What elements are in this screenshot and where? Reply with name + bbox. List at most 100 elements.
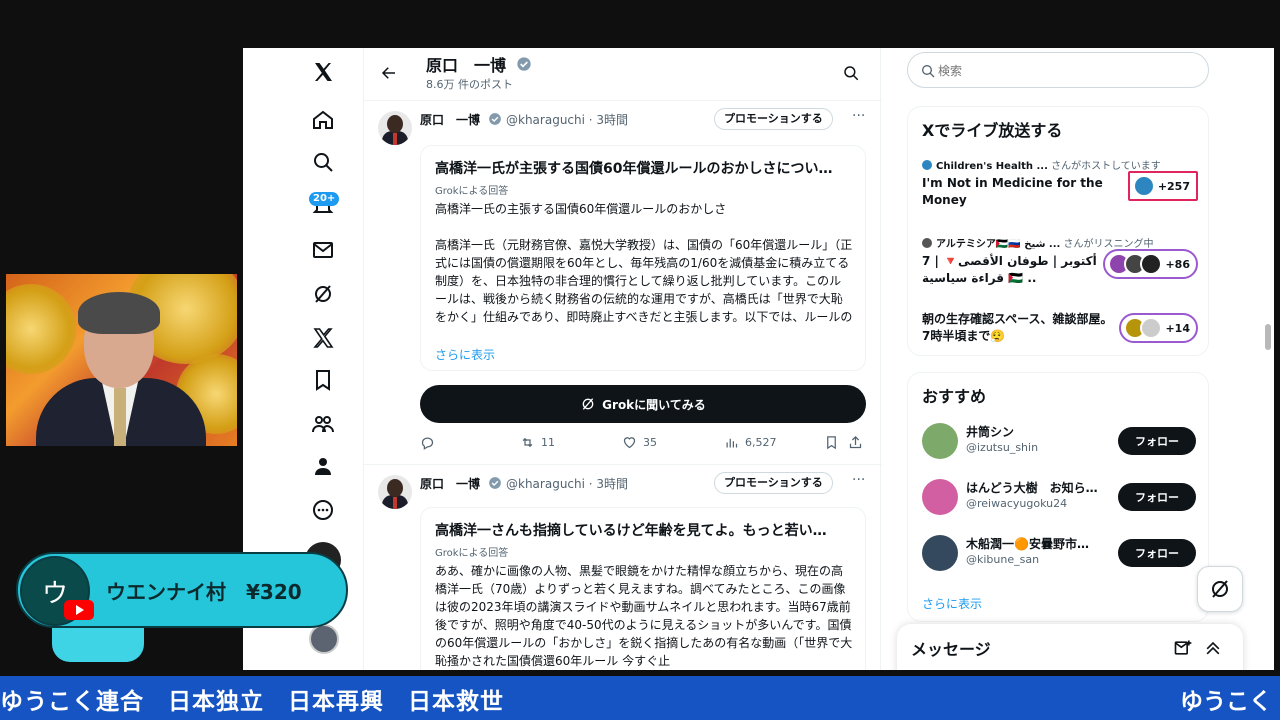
grok-icon[interactable]: [305, 276, 341, 312]
recommend-item[interactable]: 井筒シン @izutsu_shin フォロー: [922, 421, 1198, 461]
views-icon: [726, 438, 738, 448]
webcam-feed: [6, 274, 237, 446]
live-space-title: 朝の生存確認スペース、雑談部屋。7時半頃まで😮‍💨: [922, 312, 1113, 343]
bookmark-icon[interactable]: [305, 362, 341, 398]
ticker-text: ゆうこく連合 日本独立 日本再興 日本救世: [0, 689, 504, 715]
reply-button[interactable]: [420, 435, 441, 450]
recommend-item[interactable]: はんどう大樹 お知ら… @reiwacyugoku24 フォロー: [922, 477, 1198, 517]
scrollbar-thumb[interactable]: [1265, 324, 1271, 350]
mail-icon[interactable]: [305, 232, 341, 268]
follow-button[interactable]: フォロー: [1118, 539, 1196, 567]
live-host: Children's Health ... さんがホストしています: [922, 157, 1161, 172]
live-space-title: I'm Not in Medicine for the Money: [922, 176, 1103, 207]
grok-card-text: ああ、確かに画像の人物、黒髪で眼鏡をかけた精悍な顔立ちから、現在の高橋洋一氏（7…: [435, 564, 853, 668]
recommend-name[interactable]: 井筒シン: [966, 423, 1112, 440]
messages-title: メッセージ: [911, 640, 991, 659]
show-more-link[interactable]: さらに表示: [435, 346, 495, 363]
ask-grok-label: Grokに聞いてみる: [602, 397, 706, 412]
live-space-item[interactable]: Children's Health ... さんがホストしています I'm No…: [922, 157, 1198, 213]
search-icon: [922, 65, 935, 78]
bookmark-icon: [827, 436, 836, 450]
ticker-text-repeat: ゆうこく: [1180, 689, 1272, 715]
heart-icon: [623, 437, 636, 449]
avatar[interactable]: [922, 479, 958, 515]
more-circle-icon[interactable]: [305, 492, 341, 528]
chevron-up-icon[interactable]: [1203, 638, 1223, 658]
more-options-icon[interactable]: ···: [852, 108, 865, 124]
search-nav-icon[interactable]: [305, 144, 341, 180]
verified-badge-icon: [517, 57, 531, 71]
notification-badge: 20+: [309, 192, 340, 206]
tweet-actions: 11 35 6,527: [420, 435, 866, 455]
youtube-icon: [64, 600, 94, 620]
right-sidebar: Xでライブ放送する Children's Health ... さんがホストして…: [895, 48, 1274, 670]
tweet[interactable]: 原口 一博 @kharaguchi · 3時間 プロモーションする ··· 高橋…: [364, 100, 882, 464]
live-space-item[interactable]: 朝の生存確認スペース、雑談部屋。7時半頃まで😮‍💨 +14: [922, 311, 1198, 351]
stream-frame: 20+ 原口 一博 8.6万 件のポスト 原口 一博 @kharaguchi ·…: [0, 0, 1280, 720]
globe-icon: [922, 160, 932, 170]
tweet-author-name[interactable]: 原口 一博: [420, 111, 480, 128]
recommend-panel: おすすめ 井筒シン @izutsu_shin フォロー はんどう大樹 お知ら… …: [907, 372, 1209, 622]
grok-icon: [1212, 580, 1228, 598]
premium-x-icon[interactable]: [305, 320, 341, 356]
listener-count[interactable]: +257: [1127, 171, 1198, 201]
tweet-handle[interactable]: @kharaguchi · 3時間: [506, 475, 628, 492]
grok-card-title: 高橋洋一氏が主張する国債60年償還ルールのおかしさについ…: [435, 161, 833, 177]
x-logo-icon[interactable]: [305, 54, 341, 90]
avatar[interactable]: [922, 535, 958, 571]
live-space-title: 7 أكتوبر | طوفان الأقصى🔻 | قراءة سياسية …: [922, 254, 1097, 285]
recommend-item[interactable]: 木船潤一🟠安曇野市… @kibune_san フォロー: [922, 533, 1198, 573]
messages-drawer[interactable]: メッセージ: [897, 624, 1243, 670]
avatar: [922, 238, 932, 248]
promote-button[interactable]: プロモーションする: [714, 472, 833, 494]
grok-icon: [582, 398, 594, 410]
listener-count[interactable]: +14: [1119, 313, 1198, 343]
grok-card-source: Grokによる回答: [435, 548, 509, 559]
show-more-link[interactable]: さらに表示: [922, 595, 982, 612]
grok-answer-card[interactable]: 高橋洋一さんも指摘しているけど年齢を見てよ。もっと若い… Grokによる回答 あ…: [420, 507, 866, 670]
grok-float-button[interactable]: [1197, 566, 1243, 612]
views-button[interactable]: 6,527: [724, 435, 777, 450]
ask-grok-button[interactable]: Grokに聞いてみる: [420, 385, 866, 423]
repost-button[interactable]: 11: [520, 435, 555, 450]
account-avatar[interactable]: [309, 624, 339, 654]
profile-name: 原口 一博: [426, 56, 507, 75]
avatar[interactable]: [922, 423, 958, 459]
search-icon[interactable]: [838, 60, 864, 86]
back-arrow-icon[interactable]: [376, 60, 402, 86]
live-panel-title: Xでライブ放送する: [922, 121, 1063, 140]
tweet-author-name[interactable]: 原口 一博: [420, 475, 480, 492]
promote-button[interactable]: プロモーションする: [714, 108, 833, 130]
share-button[interactable]: [848, 435, 863, 450]
bookmark-button[interactable]: [824, 435, 839, 450]
compose-message-icon[interactable]: [1173, 638, 1193, 658]
more-options-icon[interactable]: ···: [852, 472, 865, 488]
follow-button[interactable]: フォロー: [1118, 483, 1196, 511]
profile-header: 原口 一博 8.6万 件のポスト: [364, 48, 882, 98]
profile-icon[interactable]: [305, 448, 341, 484]
live-host: アルテミシア🇵🇸🇷🇺 شيخ ... さんがリスニング中: [922, 235, 1154, 250]
live-spaces-panel: Xでライブ放送する Children's Health ... さんがホストして…: [907, 106, 1209, 356]
tweet-handle[interactable]: @kharaguchi · 3時間: [506, 111, 628, 128]
grok-card-title: 高橋洋一さんも指摘しているけど年齢を見てよ。もっと若い…: [435, 523, 827, 539]
repost-icon: [522, 437, 533, 448]
grok-answer-card[interactable]: 高橋洋一氏が主張する国債60年償還ルールのおかしさについ… Grokによる回答 …: [420, 145, 866, 371]
avatar[interactable]: [378, 475, 412, 509]
like-button[interactable]: 35: [622, 435, 657, 450]
tweet[interactable]: 原口 一博 @kharaguchi · 3時間 プロモーションする ··· 高橋…: [364, 464, 882, 670]
recommend-name[interactable]: はんどう大樹 お知ら…: [966, 479, 1112, 496]
home-icon[interactable]: [305, 102, 341, 138]
verified-badge-icon: [489, 113, 501, 125]
search-box[interactable]: [907, 52, 1209, 88]
news-ticker: ゆうこく連合 日本独立 日本再興 日本救世 ゆうこく: [0, 676, 1280, 720]
recommend-handle: @izutsu_shin: [966, 441, 1039, 454]
grok-card-body: 高橋洋一氏の主張する国債60年償還ルールのおかしさ 高橋洋一氏（元財務官僚、嘉悦…: [435, 200, 853, 344]
live-space-item[interactable]: アルテミシア🇵🇸🇷🇺 شيخ ... さんがリスニング中 7 أكتوبر | …: [922, 235, 1198, 291]
listener-count[interactable]: +86: [1103, 249, 1198, 279]
avatar[interactable]: [378, 111, 412, 145]
search-input[interactable]: [938, 61, 1188, 81]
communities-icon[interactable]: [305, 406, 341, 442]
recommend-handle: @reiwacyugoku24: [966, 497, 1068, 510]
recommend-name[interactable]: 木船潤一🟠安曇野市…: [966, 535, 1112, 552]
follow-button[interactable]: フォロー: [1118, 427, 1196, 455]
